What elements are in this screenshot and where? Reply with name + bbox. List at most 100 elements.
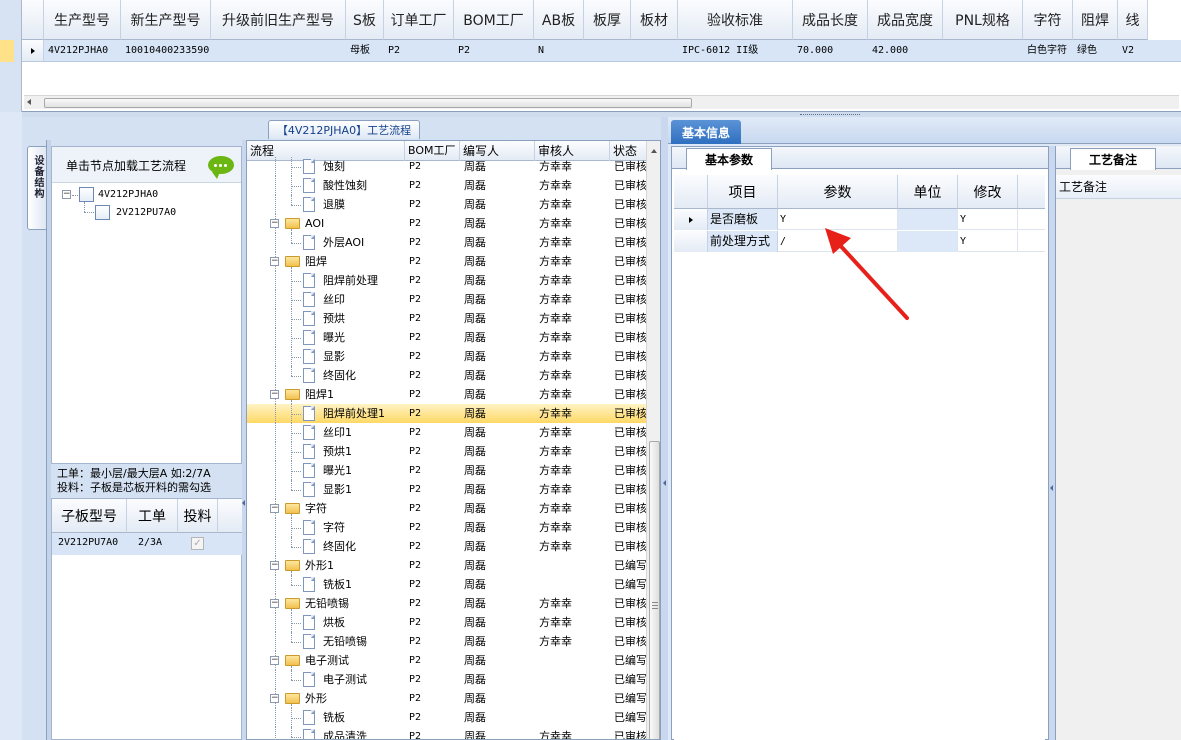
tree-row[interactable]: 字符 P2 周磊 方幸幸 已审核: [247, 518, 646, 537]
col-modify[interactable]: 修改: [958, 175, 1018, 209]
tree-writer-cell: 周磊: [464, 654, 486, 667]
tree-row[interactable]: 丝印 P2 周磊 方幸幸 已审核: [247, 290, 646, 309]
col-param[interactable]: 参数: [778, 175, 898, 209]
tree-node-name: 阻焊: [305, 255, 327, 268]
collapse-icon[interactable]: −: [270, 504, 279, 513]
middle-splitter-arrow-icon[interactable]: [663, 480, 666, 486]
tree-status-cell: 已审核: [614, 255, 646, 268]
col-sub-feed[interactable]: 投料: [178, 499, 218, 533]
feed-checkbox[interactable]: ✓: [191, 537, 204, 550]
tree-row[interactable]: 电子测试 P2 周磊 已编写: [247, 670, 646, 689]
vertical-scrollbar[interactable]: [646, 141, 660, 739]
collapse-icon[interactable]: −: [270, 390, 279, 399]
tree-row[interactable]: 铣板1 P2 周磊 已编写: [247, 575, 646, 594]
tree-row[interactable]: 显影1 P2 周磊 方幸幸 已审核: [247, 480, 646, 499]
tree-row[interactable]: 蚀刻 P2 周磊 方幸幸 已审核: [247, 157, 646, 176]
col-header[interactable]: 阻焊: [1073, 0, 1118, 40]
col-header[interactable]: 板厚: [584, 0, 631, 40]
tree-row[interactable]: 阻焊前处理 P2 周磊 方幸幸 已审核: [247, 271, 646, 290]
col-header[interactable]: 新生产型号: [121, 0, 211, 40]
tab-process-notes[interactable]: 工艺备注: [1070, 148, 1156, 170]
col-item[interactable]: 项目: [708, 175, 778, 209]
col-header[interactable]: 升级前旧生产型号: [211, 0, 346, 40]
col-header[interactable]: S板: [346, 0, 384, 40]
speech-bubble-icon[interactable]: [208, 156, 234, 179]
tree-row[interactable]: − AOI P2 周磊 方幸幸 已审核: [247, 214, 646, 233]
tree-node-name: 曝光1: [323, 464, 352, 477]
col-header[interactable]: 成品长度: [793, 0, 868, 40]
col-header[interactable]: 生产型号: [44, 0, 121, 40]
tree-row[interactable]: − 外形1 P2 周磊 已编写: [247, 556, 646, 575]
col-header[interactable]: 线: [1118, 0, 1148, 40]
tree-row[interactable]: 铣板 P2 周磊 已编写: [247, 708, 646, 727]
tree-row[interactable]: − 阻焊 P2 周磊 方幸幸 已审核: [247, 252, 646, 271]
tree-bom-cell: P2: [409, 199, 422, 210]
product-row-selected[interactable]: 4V212PJHA0 10010400233590 母板 P2 P2 N IPC-6012 …: [22, 40, 1181, 62]
collapse-icon[interactable]: −: [270, 599, 279, 608]
tree-row[interactable]: 曝光 P2 周磊 方幸幸 已审核: [247, 328, 646, 347]
tree-row[interactable]: 无铅喷锡 P2 周磊 方幸幸 已审核: [247, 632, 646, 651]
tree-row[interactable]: 外层AOI P2 周磊 方幸幸 已审核: [247, 233, 646, 252]
tree-row[interactable]: 预烘 P2 周磊 方幸幸 已审核: [247, 309, 646, 328]
tree-node-child[interactable]: 2V212PU7A0: [116, 206, 176, 220]
tree-node-root[interactable]: 4V212PJHA0: [98, 188, 158, 202]
tree-row[interactable]: 成品清洗 P2 周磊 方幸幸 已审核: [247, 727, 646, 739]
col-header[interactable]: 成品宽度: [868, 0, 943, 40]
tree-row[interactable]: 退膜 P2 周磊 方幸幸 已审核: [247, 195, 646, 214]
tree-row[interactable]: 丝印1 P2 周磊 方幸幸 已审核: [247, 423, 646, 442]
right-splitter-arrow-icon[interactable]: [1050, 485, 1053, 491]
tree-row[interactable]: 酸性蚀刻 P2 周磊 方幸幸 已审核: [247, 176, 646, 195]
col-unit[interactable]: 单位: [898, 175, 958, 209]
col-header[interactable]: 订单工厂: [384, 0, 454, 40]
col-header[interactable]: AB板: [534, 0, 584, 40]
tree-status-cell: 已审核: [614, 179, 646, 192]
collapse-icon[interactable]: −: [270, 561, 279, 570]
sub-board-row[interactable]: 2V212PU7A0 2/3A ✓: [52, 533, 242, 555]
tab-basic-info[interactable]: 基本信息: [671, 120, 741, 144]
tree-row[interactable]: 烘板 P2 周磊 方幸幸 已审核: [247, 613, 646, 632]
tree-row[interactable]: − 阻焊1 P2 周磊 方幸幸 已审核: [247, 385, 646, 404]
info-notes: 工单：最小层/最大层A 如:2/7A 投料：子板是芯板开料的需勾选: [57, 467, 211, 495]
collapse-icon[interactable]: −: [270, 219, 279, 228]
col-sub-model[interactable]: 子板型号: [52, 499, 127, 533]
col-header[interactable]: BOM工厂: [454, 0, 534, 40]
process-flow-tab[interactable]: 【4V212PJHA0】工艺流程: [268, 120, 420, 139]
collapse-icon[interactable]: −: [270, 656, 279, 665]
tree-writer-cell: 周磊: [464, 217, 486, 230]
tree-row[interactable]: 终固化 P2 周磊 方幸幸 已审核: [247, 537, 646, 556]
col-header[interactable]: PNL规格: [943, 0, 1023, 40]
tab-basic-info-label: 基本信息: [681, 125, 730, 140]
collapse-icon[interactable]: −: [270, 694, 279, 703]
splitter-grip-icon[interactable]: [800, 114, 860, 116]
tree-row[interactable]: 阻焊前处理1 P2 周磊 方幸幸 已审核: [247, 404, 646, 423]
vertical-tab-structure[interactable]: 设备结构: [27, 146, 47, 230]
left-splitter-arrow-icon[interactable]: [242, 500, 245, 506]
collapse-icon[interactable]: −: [62, 190, 71, 199]
tree-row[interactable]: 终固化 P2 周磊 方幸幸 已审核: [247, 366, 646, 385]
collapse-icon[interactable]: −: [270, 257, 279, 266]
vertical-scroll-thumb[interactable]: [649, 441, 660, 739]
col-sub-order[interactable]: 工单: [127, 499, 178, 533]
tree-row[interactable]: − 电子测试 P2 周磊 已编写: [247, 651, 646, 670]
tree-status-cell: 已审核: [614, 331, 646, 344]
tree-row[interactable]: − 字符 P2 周磊 方幸幸 已审核: [247, 499, 646, 518]
col-header[interactable]: 验收标准: [678, 0, 793, 40]
tree-bom-cell: P2: [409, 484, 422, 495]
scroll-left-icon[interactable]: [27, 99, 31, 105]
tree-row[interactable]: 预烘1 P2 周磊 方幸幸 已审核: [247, 442, 646, 461]
tree-row[interactable]: − 外形 P2 周磊 已编写: [247, 689, 646, 708]
product-cell: N: [538, 45, 545, 56]
tree-node-name: 曝光: [323, 331, 345, 344]
note-column-header[interactable]: 工艺备注: [1056, 175, 1181, 199]
tree-row[interactable]: − 无铅喷锡 P2 周磊 方幸幸 已审核: [247, 594, 646, 613]
tree-status-cell: 已编写: [614, 654, 646, 667]
scroll-up-icon[interactable]: [651, 149, 657, 153]
col-header[interactable]: 字符: [1023, 0, 1073, 40]
col-header[interactable]: 板材: [631, 0, 678, 40]
tab-basic-params[interactable]: 基本参数: [686, 148, 772, 170]
horizontal-scrollbar[interactable]: [24, 95, 1179, 109]
tree-row[interactable]: 曝光1 P2 周磊 方幸幸 已审核: [247, 461, 646, 480]
tree-row[interactable]: 显影 P2 周磊 方幸幸 已审核: [247, 347, 646, 366]
middle-splitter[interactable]: [661, 117, 668, 740]
horizontal-scroll-thumb[interactable]: [44, 98, 692, 108]
